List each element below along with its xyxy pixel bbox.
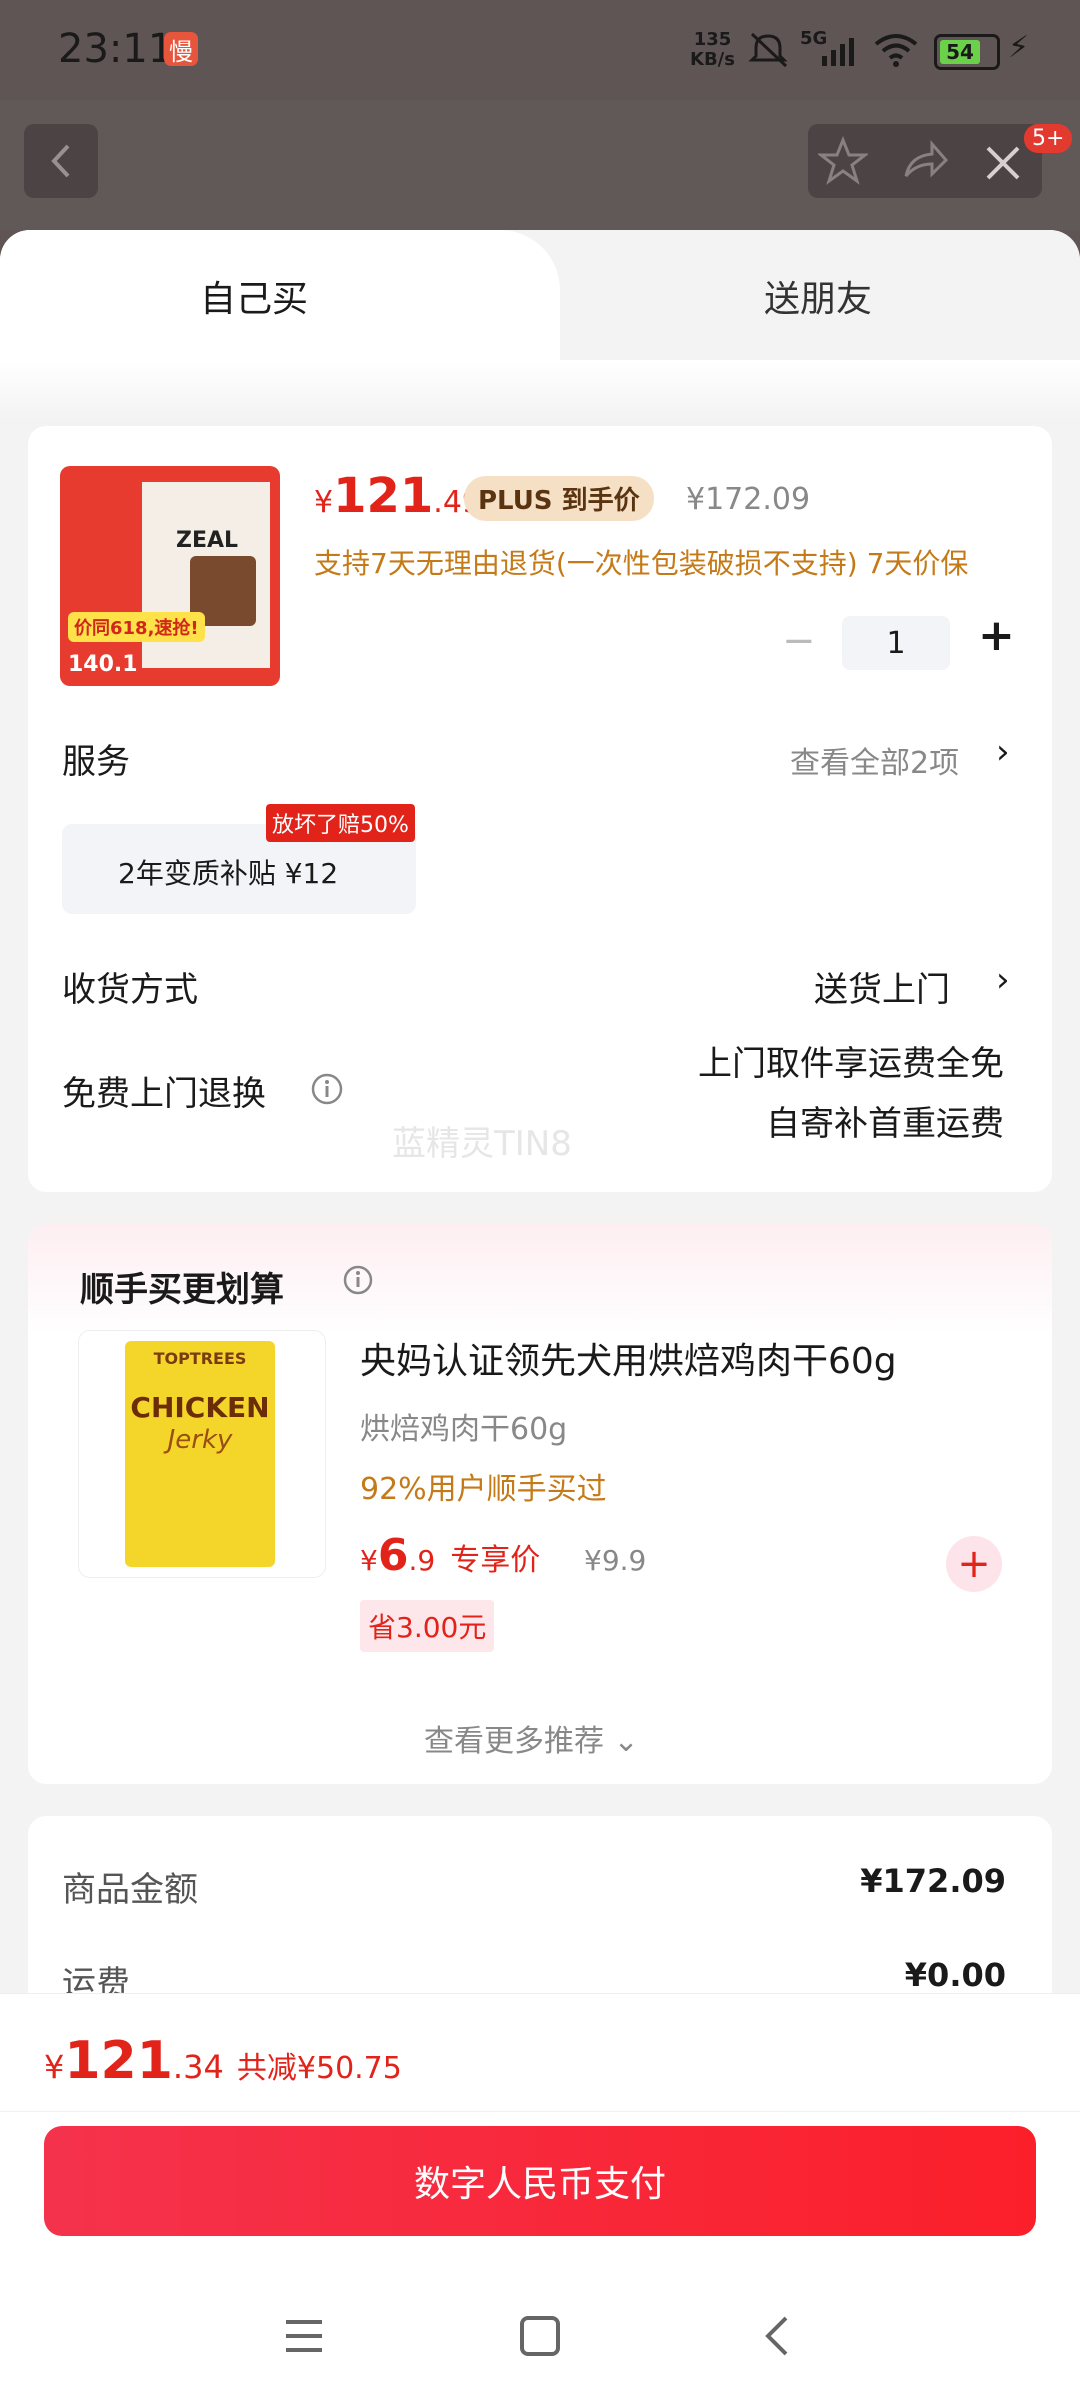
menu-icon[interactable] — [282, 2314, 326, 2358]
notification-badge: 5+ — [1024, 124, 1073, 153]
net-speed: 135 KB/s — [690, 30, 735, 70]
product-card: ZEAL 价同618,速抢! 140.1 ¥121.49 PLUS 到手价 ¥1… — [28, 426, 1052, 1192]
total-symbol: ¥ — [44, 2048, 65, 2086]
top-actions — [808, 124, 1042, 198]
price-int: 121 — [333, 468, 434, 524]
price-symbol: ¥ — [314, 485, 334, 520]
view-more-label: 查看更多推荐 — [424, 1724, 604, 1759]
divider — [0, 2111, 1080, 2112]
chevron-down-icon: ⌄ — [613, 1724, 639, 1759]
watermark: 蓝精灵TIN8 — [392, 1124, 572, 1164]
total-discount: 共减¥50.75 — [236, 2051, 402, 2086]
rec-price-dec: .9 — [408, 1544, 436, 1577]
chevron-right-icon: › — [996, 732, 1010, 772]
system-nav-bar — [0, 2290, 1080, 2400]
returns-label: 免费上门退换 — [62, 1074, 266, 1114]
mute-icon — [748, 32, 788, 68]
jerky-main: CHICKEN — [130, 1391, 270, 1424]
net-speed-value: 135 — [693, 29, 732, 50]
recommend-price: ¥6.9 专享价 — [360, 1530, 540, 1581]
product-image-banner: 价同618,速抢! — [68, 612, 205, 642]
delivery-value[interactable]: 送货上门 — [814, 962, 950, 1011]
rec-price-int: 6 — [377, 1530, 409, 1581]
recommend-item-stat: 92%用户顺手买过 — [360, 1472, 607, 1507]
close-icon[interactable] — [972, 134, 1032, 188]
add-to-cart-icon[interactable]: + — [946, 1536, 1002, 1592]
status-bar: 23:11 慢 135 KB/s 5G 54 ⚡ — [0, 0, 1080, 100]
service-label: 服务 — [62, 742, 130, 782]
recommend-original-price: ¥9.9 — [584, 1544, 647, 1577]
goods-amount-value: ¥172.09 — [860, 1862, 1006, 1900]
jerky-bag: TOPTREES CHICKEN Jerky — [125, 1341, 275, 1567]
status-time: 23:11 — [58, 26, 174, 72]
star-icon[interactable] — [818, 136, 868, 186]
original-price: ¥172.09 — [686, 482, 811, 517]
shipping-value: ¥0.00 — [904, 1956, 1006, 1994]
net-speed-unit: KB/s — [690, 49, 735, 70]
returns-line1: 上门取件享运费全免 — [698, 1044, 1004, 1084]
wifi-icon — [874, 34, 918, 67]
battery-level: 54 — [940, 40, 980, 64]
chevron-right-icon: › — [996, 960, 1010, 1000]
product-image-brand: ZEAL — [176, 528, 239, 553]
recommend-save: 省3.00元 — [360, 1600, 495, 1652]
product-image-price: 140.1 — [68, 652, 138, 677]
share-icon[interactable] — [900, 136, 950, 186]
info-icon[interactable] — [310, 1072, 344, 1106]
back-nav-icon[interactable] — [756, 2314, 800, 2358]
chevron-left-icon — [51, 144, 70, 178]
recommend-title: 顺手买更划算 — [80, 1270, 284, 1310]
recommend-item-sub: 烘焙鸡肉干60g — [360, 1412, 568, 1447]
goods-amount-label: 商品金额 — [62, 1870, 198, 1910]
tab-self[interactable]: 自己买 — [200, 270, 308, 322]
pay-button[interactable]: 数字人民币支付 — [44, 2126, 1036, 2236]
total-price: ¥121.34 共减¥50.75 — [44, 2031, 402, 2091]
service-view-all[interactable]: 查看全部2项 — [790, 738, 959, 782]
app-notification-icon: 慢 — [164, 32, 198, 66]
return-policy: 支持7天无理由退货(一次性包装破损不支持) 7天价保 — [314, 547, 969, 580]
recommend-image[interactable]: TOPTREES CHICKEN Jerky — [78, 1330, 326, 1578]
plus-price-tag: PLUS 到手价 — [464, 476, 654, 521]
back-button[interactable] — [24, 124, 98, 198]
view-more-recommend[interactable]: 查看更多推荐 ⌄ — [424, 1716, 639, 1760]
battery-icon: 54 — [934, 34, 1000, 70]
service-badge: 放坏了赔50% — [266, 804, 415, 842]
jerky-brand: TOPTREES — [153, 1349, 247, 1368]
charging-icon: ⚡ — [1008, 30, 1030, 65]
quantity-minus-button[interactable]: − — [782, 618, 816, 664]
quantity-plus-button[interactable]: + — [978, 610, 1015, 661]
recommend-item-title[interactable]: 央妈认证领先犬用烘焙鸡肉干60g — [360, 1332, 897, 1384]
rec-price-symbol: ¥ — [360, 1544, 378, 1577]
returns-line2: 自寄补首重运费 — [766, 1104, 1004, 1144]
rec-price-label: 专享价 — [450, 1543, 541, 1578]
tab-fade — [0, 360, 1080, 420]
cell-signal-icon — [822, 38, 854, 66]
jerky-sub: Jerky — [167, 1425, 233, 1455]
quantity-input[interactable]: 1 — [842, 616, 950, 670]
tab-friend[interactable]: 送朋友 — [764, 270, 872, 322]
total-int: 121 — [64, 2031, 173, 2091]
delivery-label: 收货方式 — [62, 970, 198, 1010]
divider — [0, 1993, 1080, 1994]
home-icon[interactable] — [518, 2314, 562, 2358]
product-price: ¥121.49 — [314, 468, 481, 524]
service-option-label: 2年变质补贴 ¥12 — [118, 857, 339, 890]
total-dec: .34 — [172, 2048, 224, 2086]
recommend-card: 顺手买更划算 TOPTREES CHICKEN Jerky 央妈认证领先犬用烘焙… — [28, 1224, 1052, 1784]
product-image[interactable]: ZEAL 价同618,速抢! 140.1 — [60, 466, 280, 686]
info-icon[interactable] — [342, 1264, 374, 1296]
